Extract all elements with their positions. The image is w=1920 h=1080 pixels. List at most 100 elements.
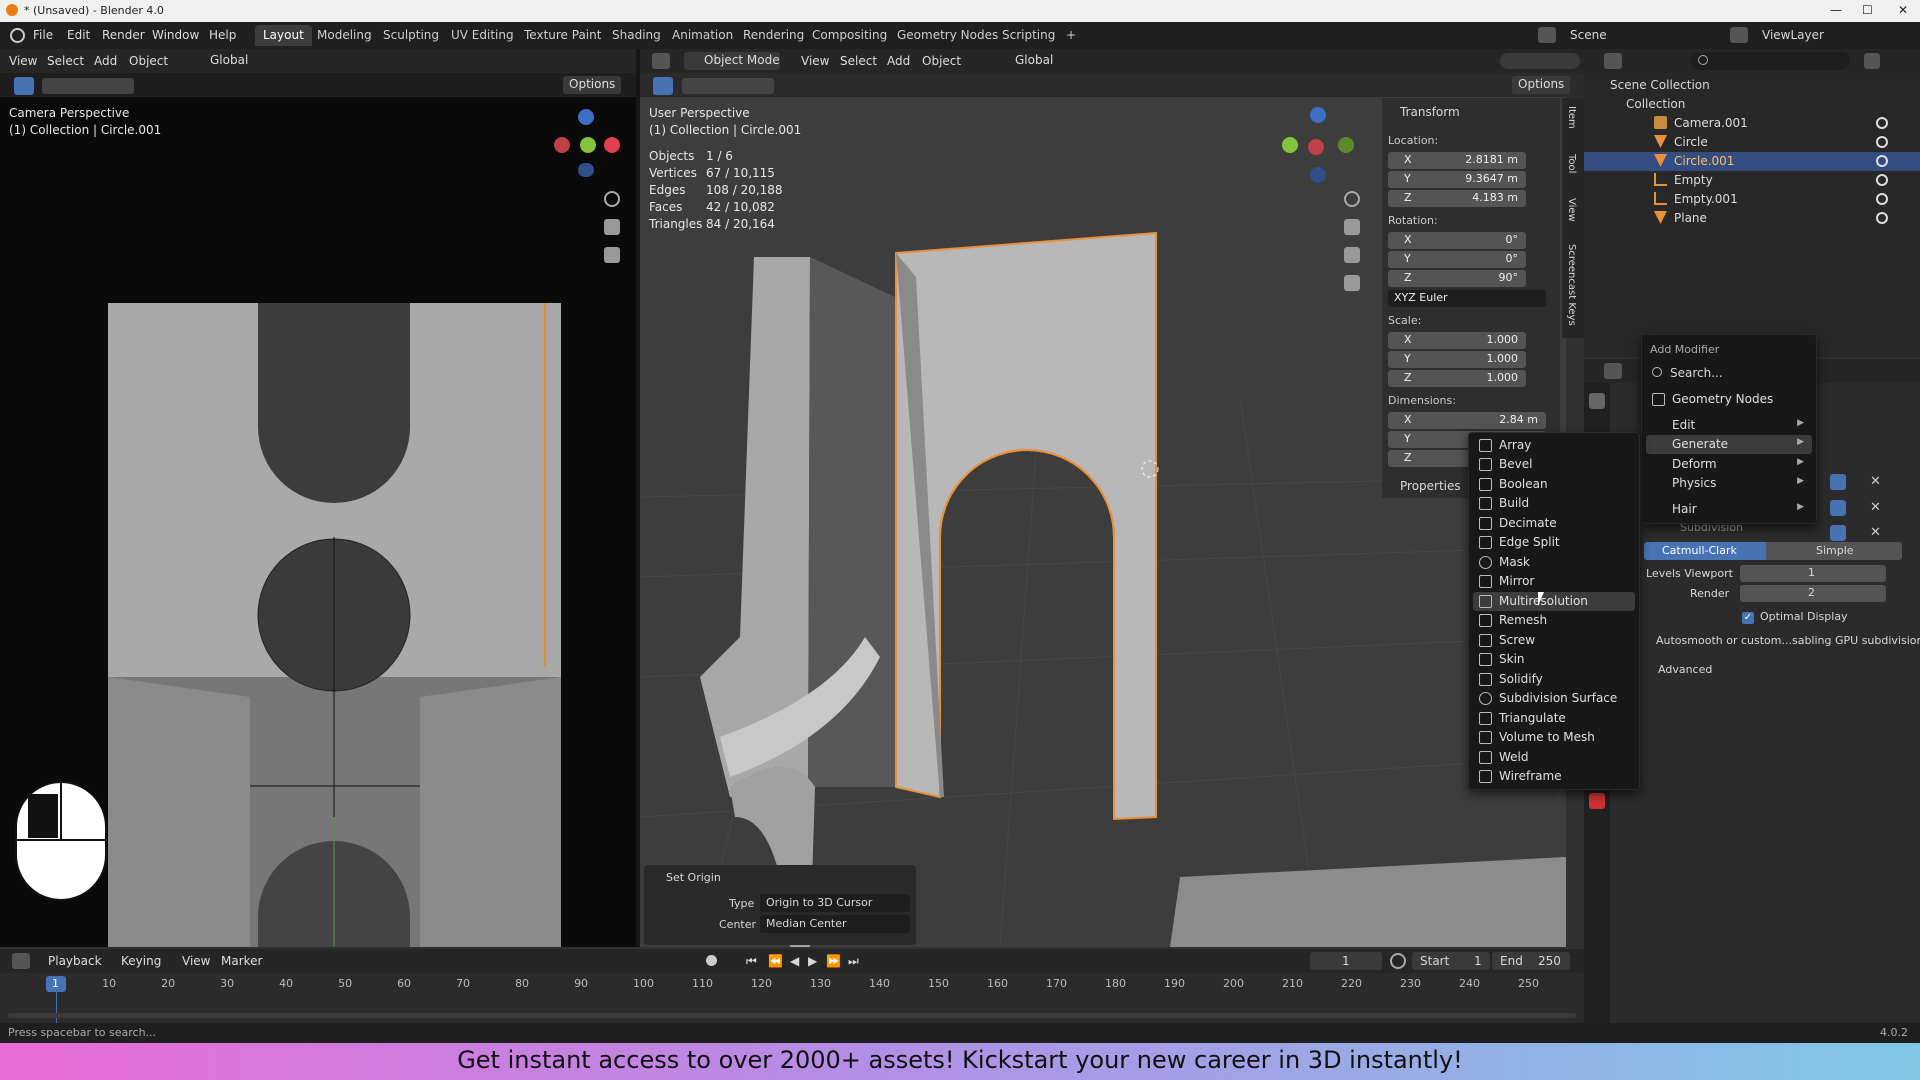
simple-button[interactable]: Simple [1766,542,1902,560]
remove-modifier-icon[interactable]: ✕ [1870,500,1881,515]
tab-compositing[interactable]: Compositing [804,25,895,46]
dimension-x-field[interactable]: X 2.84 m [1388,412,1546,429]
left-gizmo-z-neg-icon[interactable] [578,163,594,177]
modifier-triangulate[interactable]: Triangulate [1473,709,1635,728]
main-gizmo-y-neg-icon[interactable] [1338,137,1354,153]
visibility-eye-icon[interactable] [1876,155,1888,167]
collection-label[interactable]: Collection [1626,97,1685,111]
remove-modifier-icon[interactable]: ✕ [1870,474,1881,489]
tab-layout[interactable]: Layout [255,25,312,46]
set-origin-center-dropdown[interactable]: Median Center [760,915,910,933]
timeline-area[interactable]: 10 20 30 40 50 60 70 80 90 100 110 120 130 140 150 160 1… [0,973,1584,1023]
left-transform-orientation[interactable]: Global [188,52,260,70]
main-gizmo-z-icon[interactable] [1310,107,1326,123]
properties-editor-icon[interactable] [1604,363,1622,379]
set-origin-title[interactable]: Set Origin [666,871,721,884]
scene-collection-label[interactable]: Scene Collection [1610,78,1710,92]
record-icon[interactable] [706,955,717,966]
visibility-eye-icon[interactable] [1876,117,1888,129]
scale-y-field[interactable]: Y 1.000 [1388,351,1526,368]
left-menu-view[interactable]: View [9,54,37,68]
play-icon[interactable]: ▶ [808,954,817,968]
modifier-build[interactable]: Build [1473,494,1635,513]
main-select-mode-buttons[interactable] [682,78,774,94]
tab-geometry-nodes[interactable]: Geometry Nodes [889,25,1006,46]
tab-scripting[interactable]: Scripting [994,25,1063,46]
tab-texture-paint[interactable]: Texture Paint [516,25,609,46]
left-gizmo-x-neg-icon[interactable] [554,137,570,153]
rotation-mode-dropdown[interactable]: XYZ Euler [1388,290,1546,307]
main-grid-icon[interactable] [1344,275,1360,291]
main-gizmo-x-icon[interactable] [1308,139,1324,155]
tab-modeling[interactable]: Modeling [309,25,380,46]
camera-viewport[interactable]: Camera Perspective (1) Collection | Circ… [0,97,636,947]
promo-banner[interactable]: Get instant access to over 2000+ assets!… [0,1043,1920,1080]
tab-rendering[interactable]: Rendering [735,25,812,46]
render-levels-field[interactable]: 2 [1740,585,1886,602]
modifier-render-icon[interactable] [1830,525,1846,541]
outliner-row-empty[interactable]: Empty [1584,171,1920,190]
main-pan-hand-icon[interactable] [1344,219,1360,235]
timeline-scrollbar[interactable] [8,1013,1576,1018]
visibility-eye-icon[interactable] [1876,212,1888,224]
tab-shading[interactable]: Shading [604,25,669,46]
main-menu-object[interactable]: Object [922,54,961,68]
modifier-mask[interactable]: Mask [1473,553,1635,572]
outliner-row-empty-001[interactable]: Empty.001 [1584,190,1920,209]
play-reverse-icon[interactable]: ◀ [790,954,799,968]
outliner-editor-icon[interactable] [1604,53,1622,69]
transform-panel-title[interactable]: Transform [1400,105,1460,119]
left-menu-add[interactable]: Add [94,54,117,68]
menu-deform-submenu[interactable]: Deform ▶ [1646,455,1812,474]
modifier-multiresolution[interactable]: Multiresolution [1473,592,1635,611]
main-camera-icon[interactable] [1344,247,1360,263]
jump-start-icon[interactable]: ⏮ [746,954,757,969]
sidebar-tab-screencast-keys[interactable]: Screencast Keys [1566,244,1577,326]
object-mode-dropdown[interactable]: Object Mode [684,52,780,70]
tab-sculpting[interactable]: Sculpting [375,25,447,46]
rotation-z-field[interactable]: Z 90° [1388,270,1526,287]
menu-edit-submenu[interactable]: Edit ▶ [1646,416,1812,435]
timeline-menu-view[interactable]: View [182,954,210,968]
modifier-bevel[interactable]: Bevel [1473,455,1635,474]
modifier-decimate[interactable]: Decimate [1473,514,1635,533]
modifier-array[interactable]: Array [1473,436,1635,455]
end-frame-field[interactable]: End 250 [1492,952,1570,970]
main-zoom-icon[interactable] [1344,191,1360,207]
scale-x-field[interactable]: X 1.000 [1388,332,1526,349]
outliner-row-circle-001[interactable]: Circle.001 [1584,152,1920,171]
left-menu-select[interactable]: Select [47,54,84,68]
modifier-edge-split[interactable]: Edge Split [1473,533,1635,552]
tab-uv-editing[interactable]: UV Editing [443,25,522,46]
left-pan-hand-icon[interactable] [604,219,620,235]
maximize-button[interactable]: ☐ [1862,3,1873,17]
visibility-eye-icon[interactable] [1876,136,1888,148]
location-x-field[interactable]: X 2.8181 m [1388,152,1526,169]
main-menu-select[interactable]: Select [840,54,877,68]
next-keyframe-icon[interactable]: ⏩ [826,954,841,968]
view-layer-name[interactable]: ViewLayer [1762,28,1824,42]
left-gizmo-x-icon[interactable] [604,137,620,153]
menu-geometry-nodes[interactable]: Geometry Nodes [1646,390,1812,409]
remove-modifier-icon[interactable]: ✕ [1870,525,1881,540]
catmull-clark-button[interactable]: Catmull-Clark [1644,542,1766,560]
modifier-remesh[interactable]: Remesh [1473,611,1635,630]
left-menu-object[interactable]: Object [129,54,168,68]
menu-physics-submenu[interactable]: Physics ▶ [1646,474,1812,493]
modifier-screw[interactable]: Screw [1473,631,1635,650]
rotation-y-field[interactable]: Y 0° [1388,251,1526,268]
select-tool-icon[interactable] [14,77,34,95]
main-menu-add[interactable]: Add [887,54,910,68]
menu-window[interactable]: Window [152,28,199,42]
main-menu-view[interactable]: View [801,54,829,68]
view-layer-icon[interactable] [1730,27,1748,43]
outliner-row-camera[interactable]: Camera.001 [1584,114,1920,133]
modifier-search-field[interactable]: Search... [1646,363,1812,383]
menu-file[interactable]: File [33,28,53,42]
menu-edit[interactable]: Edit [67,28,90,42]
sidebar-tab-item[interactable]: Item [1566,106,1577,129]
levels-viewport-field[interactable]: 1 [1740,565,1886,582]
modifier-weld[interactable]: Weld [1473,748,1635,767]
outliner-row-plane[interactable]: Plane [1584,209,1920,228]
advanced-panel-header[interactable]: Advanced [1658,663,1712,676]
